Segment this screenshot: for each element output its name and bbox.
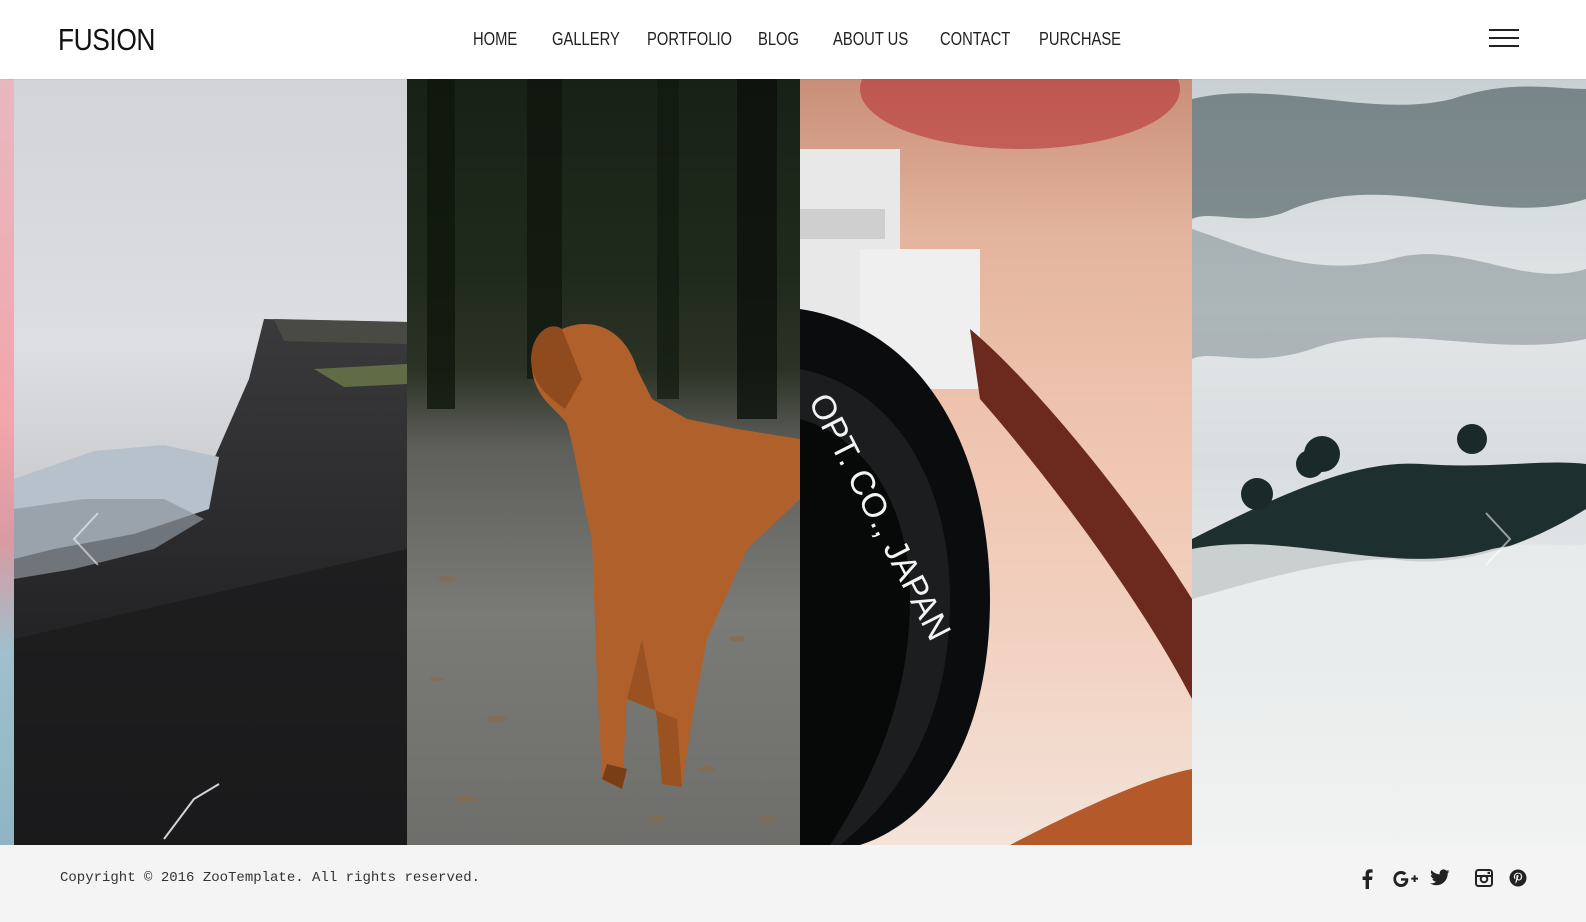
photo-gallery: OPT. CO., JAPAN	[0, 79, 1586, 845]
site-logo[interactable]: FUSION	[58, 22, 155, 58]
facebook-icon[interactable]	[1361, 869, 1373, 889]
twitter-icon[interactable]	[1430, 869, 1450, 889]
site-header: FUSION HOME GALLERY PORTFOLIO BLOG ABOUT…	[0, 0, 1586, 79]
nav-item-blog[interactable]: BLOG	[758, 29, 799, 50]
chevron-right-icon[interactable]	[1480, 509, 1514, 569]
nav-item-purchase[interactable]: PURCHASE	[1039, 29, 1121, 50]
pinterest-icon[interactable]	[1509, 869, 1527, 889]
nav-item-about-us[interactable]: ABOUT US	[833, 29, 908, 50]
gallery-slide-fog[interactable]	[1192, 79, 1586, 845]
nav-item-home[interactable]: HOME	[473, 29, 517, 50]
nav-item-contact[interactable]: CONTACT	[940, 29, 1010, 50]
google-plus-icon[interactable]	[1393, 869, 1419, 889]
nav-item-gallery[interactable]: GALLERY	[552, 29, 620, 50]
camera-image: OPT. CO., JAPAN	[800, 79, 1192, 845]
nav-item-portfolio[interactable]: PORTFOLIO	[647, 29, 732, 50]
fog-image	[1192, 86, 1586, 681]
dog-image	[427, 79, 800, 822]
chevron-left-icon[interactable]	[70, 509, 104, 569]
gallery-slide-cliff[interactable]	[14, 79, 407, 845]
instagram-icon[interactable]	[1475, 869, 1493, 889]
hamburger-icon[interactable]	[1489, 28, 1519, 48]
site-footer: Copyright © 2016 ZooTemplate. All rights…	[0, 845, 1586, 922]
cliff-image	[14, 319, 407, 845]
partial-slide[interactable]	[0, 79, 14, 845]
gallery-slide-dog[interactable]	[407, 79, 800, 845]
copyright-text: Copyright © 2016 ZooTemplate. All rights…	[60, 870, 481, 886]
gallery-slide-camera[interactable]: OPT. CO., JAPAN	[800, 79, 1192, 845]
